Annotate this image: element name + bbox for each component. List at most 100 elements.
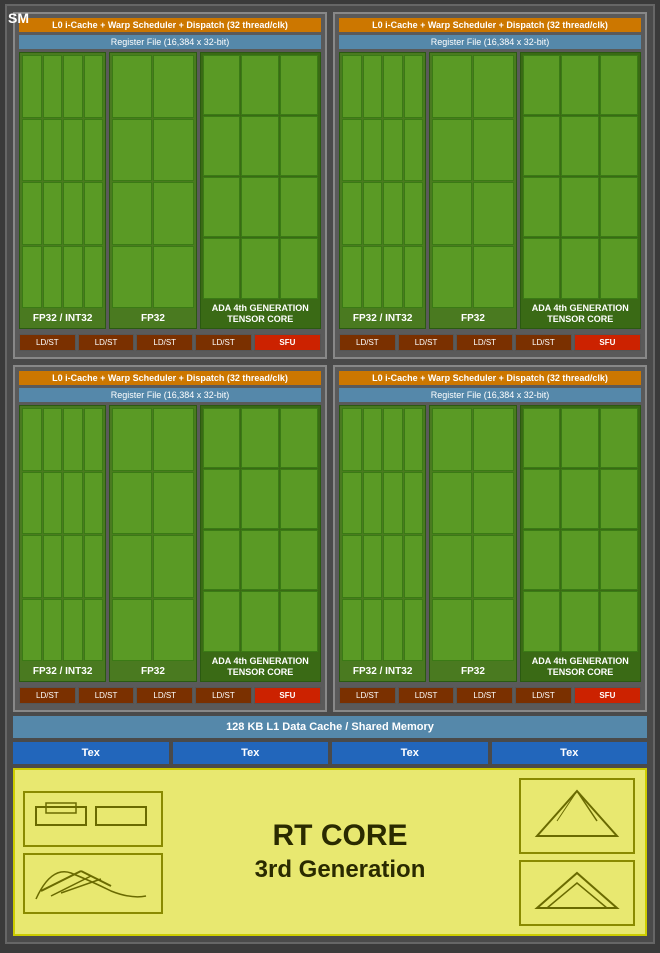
rt-right-diagrams xyxy=(517,778,637,926)
ldst-unit-br-1: LD/ST xyxy=(339,687,396,704)
cell xyxy=(342,246,362,309)
cell xyxy=(600,591,638,651)
cell xyxy=(43,472,63,535)
cell xyxy=(523,591,561,651)
tex-bar: Tex Tex Tex Tex xyxy=(13,742,647,764)
cell xyxy=(22,119,42,182)
cell xyxy=(523,116,561,176)
sm-quad-bottom-right: L0 i-Cache + Warp Scheduler + Dispatch (… xyxy=(333,365,647,712)
tensor-cells-tl xyxy=(201,53,320,301)
ldst-bar-br: LD/ST LD/ST LD/ST LD/ST SFU xyxy=(339,685,641,706)
cell xyxy=(342,599,362,662)
fp32-int32-col-tr: FP32 / INT32 xyxy=(339,52,426,329)
warp-scheduler-bar-tr: L0 i-Cache + Warp Scheduler + Dispatch (… xyxy=(339,18,641,32)
cell xyxy=(203,591,241,651)
rt-diagram-svg-4 xyxy=(527,868,627,913)
register-file-bar-bl: Register File (16,384 x 32-bit) xyxy=(19,388,321,402)
cell xyxy=(473,535,513,598)
cell xyxy=(473,246,513,309)
fp32-label-tr: FP32 xyxy=(430,310,515,328)
cell xyxy=(241,469,279,529)
cell xyxy=(241,591,279,651)
cell xyxy=(432,472,472,535)
cell xyxy=(203,177,241,237)
tensor-col-br: ADA 4th GENERATION TENSOR CORE xyxy=(520,405,641,682)
cell xyxy=(473,472,513,535)
cell xyxy=(22,55,42,118)
ldst-unit-bl-2: LD/ST xyxy=(78,687,135,704)
cell xyxy=(280,55,318,115)
ldst-unit-tr-1: LD/ST xyxy=(339,334,396,351)
cell xyxy=(203,238,241,298)
cell xyxy=(561,177,599,237)
rt-core-text-container: RT CORE 3rd Generation xyxy=(163,818,517,885)
cell xyxy=(383,246,403,309)
cell xyxy=(280,238,318,298)
cell xyxy=(363,599,383,662)
rt-diagram-top-left xyxy=(23,791,163,847)
sm-quad-top-right: L0 i-Cache + Warp Scheduler + Dispatch (… xyxy=(333,12,647,359)
tensor-col-tl: ADA 4th GENERATION TENSOR CORE xyxy=(200,52,321,329)
cell xyxy=(432,535,472,598)
cell xyxy=(363,55,383,118)
ldst-unit-4: LD/ST xyxy=(195,334,252,351)
fp32-int32-label-bl: FP32 / INT32 xyxy=(20,663,105,681)
cell xyxy=(363,472,383,535)
register-file-bar-br: Register File (16,384 x 32-bit) xyxy=(339,388,641,402)
cell xyxy=(561,238,599,298)
cell xyxy=(153,182,193,245)
register-file-bar-tr: Register File (16,384 x 32-bit) xyxy=(339,35,641,49)
rt-diagram-svg-1 xyxy=(31,799,151,834)
cell xyxy=(63,119,83,182)
ldst-bar-tl: LD/ST LD/ST LD/ST LD/ST SFU xyxy=(19,332,321,353)
page-wrapper: SM L0 i-Cache + Warp Scheduler + Dispatc… xyxy=(0,4,660,953)
cell xyxy=(363,182,383,245)
rt-left-diagrams xyxy=(23,791,163,914)
cell xyxy=(342,535,362,598)
sfu-unit-bl: SFU xyxy=(254,687,321,704)
sm-quad-top-left: L0 i-Cache + Warp Scheduler + Dispatch (… xyxy=(13,12,327,359)
tensor-label-tl: ADA 4th GENERATION TENSOR CORE xyxy=(201,301,320,328)
cell xyxy=(383,182,403,245)
cell xyxy=(112,408,152,471)
cell xyxy=(203,55,241,115)
cell xyxy=(561,530,599,590)
fp32-int32-cells-br xyxy=(340,406,425,663)
ldst-unit-br-2: LD/ST xyxy=(398,687,455,704)
cell xyxy=(404,246,424,309)
sfu-unit-br: SFU xyxy=(574,687,641,704)
cell xyxy=(84,599,104,662)
cell xyxy=(523,408,561,468)
cell xyxy=(280,469,318,529)
core-area-tl: FP32 / INT32 FP32 xyxy=(19,52,321,329)
tensor-col-tr: ADA 4th GENERATION TENSOR CORE xyxy=(520,52,641,329)
core-area-tr: FP32 / INT32 FP32 xyxy=(339,52,641,329)
fp32-cells-bl xyxy=(110,406,195,663)
tensor-label-tr: ADA 4th GENERATION TENSOR CORE xyxy=(521,301,640,328)
cell xyxy=(363,119,383,182)
cell xyxy=(63,55,83,118)
cell xyxy=(84,535,104,598)
fp32-label-bl: FP32 xyxy=(110,663,195,681)
fp32-label-br: FP32 xyxy=(430,663,515,681)
cell xyxy=(342,408,362,471)
fp32-int32-cells-tr xyxy=(340,53,425,310)
cell xyxy=(241,238,279,298)
cell xyxy=(84,472,104,535)
tensor-cells-tr xyxy=(521,53,640,301)
cell xyxy=(342,119,362,182)
quad-grid: L0 i-Cache + Warp Scheduler + Dispatch (… xyxy=(13,12,647,712)
cell xyxy=(523,177,561,237)
cell xyxy=(63,535,83,598)
cell xyxy=(383,535,403,598)
ldst-unit-bl-4: LD/ST xyxy=(195,687,252,704)
rt-core-label-line2: 3rd Generation xyxy=(163,854,517,885)
cell xyxy=(383,119,403,182)
cell xyxy=(203,530,241,590)
cell xyxy=(473,119,513,182)
ldst-unit-br-3: LD/ST xyxy=(456,687,513,704)
cell xyxy=(153,599,193,662)
sm-quad-bottom-left: L0 i-Cache + Warp Scheduler + Dispatch (… xyxy=(13,365,327,712)
cell xyxy=(112,55,152,118)
cell xyxy=(112,246,152,309)
